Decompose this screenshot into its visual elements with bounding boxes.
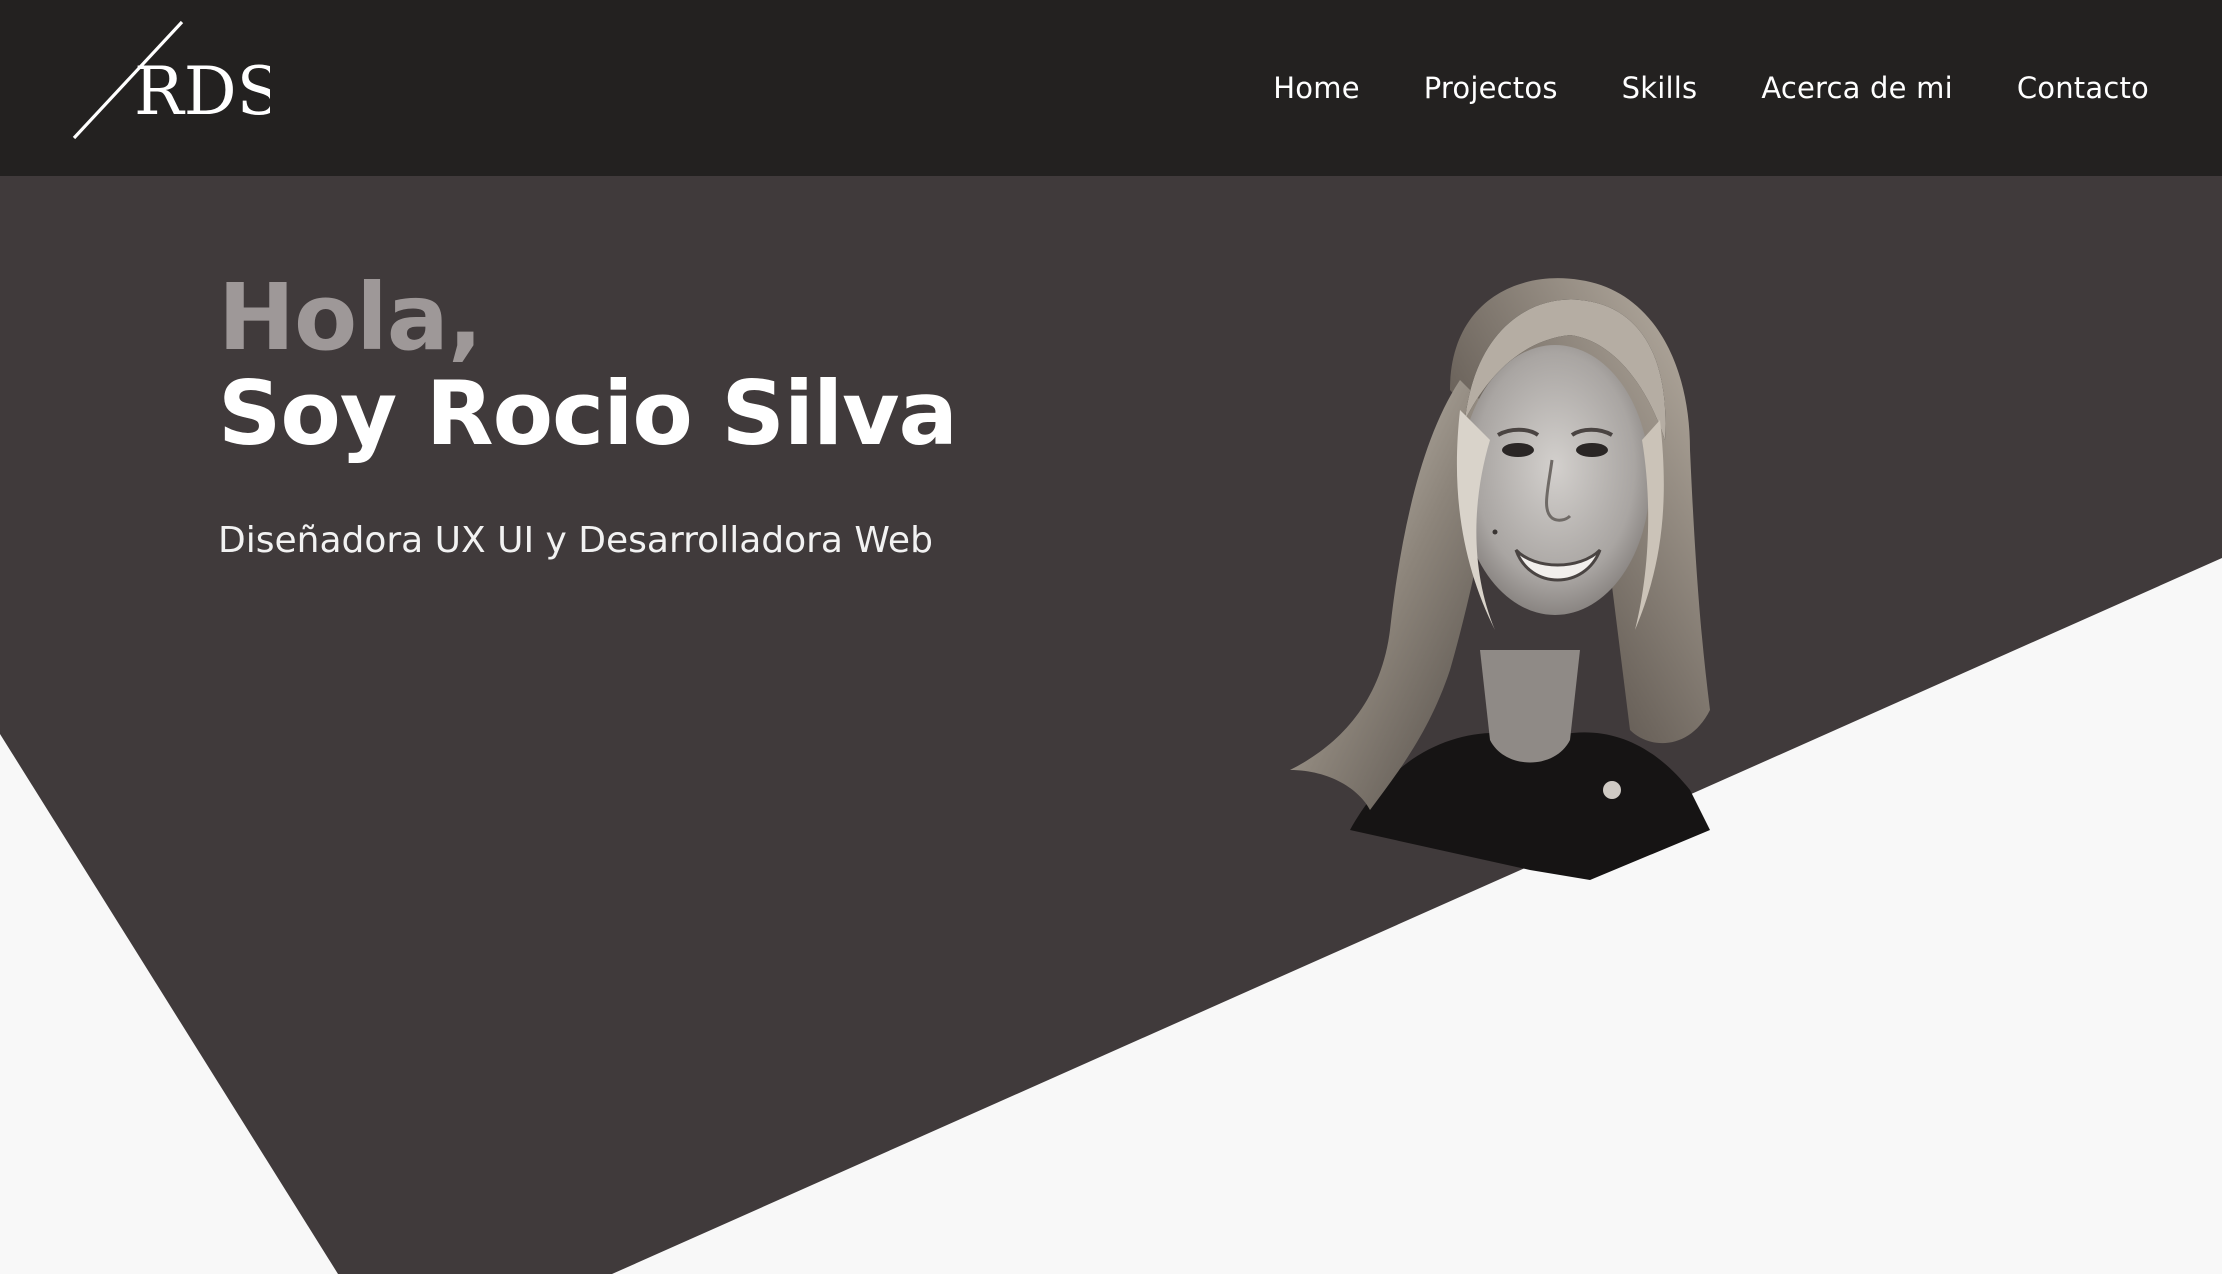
- hero-greeting: Hola,: [218, 264, 483, 371]
- site-header: RDS Home Projectos Skills Acerca de mi C…: [0, 0, 2222, 176]
- rds-logo[interactable]: RDS: [70, 18, 270, 143]
- main-nav: Home Projectos Skills Acerca de mi Conta…: [1273, 0, 2149, 176]
- nav-about[interactable]: Acerca de mi: [1761, 71, 1953, 105]
- nav-projects[interactable]: Projectos: [1424, 71, 1558, 105]
- nav-skills[interactable]: Skills: [1622, 71, 1698, 105]
- hero-name: Soy Rocio Silva: [218, 362, 958, 465]
- portfolio-page: RDS Home Projectos Skills Acerca de mi C…: [0, 0, 2222, 1274]
- hero-role: Diseñadora UX UI y Desarrolladora Web: [218, 520, 933, 561]
- portrait-photo: [1290, 278, 1710, 880]
- logo-text: RDS: [134, 53, 270, 130]
- nav-home[interactable]: Home: [1273, 71, 1359, 105]
- hero-intro: Hola, Soy Rocio Silva Diseñadora UX UI y…: [218, 264, 958, 562]
- nav-contact[interactable]: Contacto: [2017, 71, 2149, 105]
